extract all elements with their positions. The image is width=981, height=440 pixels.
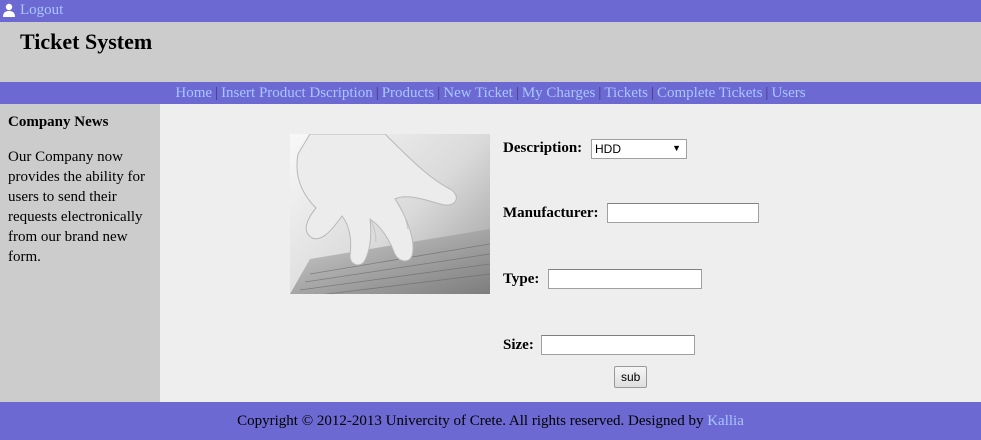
top-bar: Logout xyxy=(0,0,981,22)
nav-separator: | xyxy=(215,85,219,101)
nav-tickets[interactable]: Tickets xyxy=(604,85,648,101)
hand-keyboard-illustration xyxy=(290,134,490,294)
manufacturer-label: Manufacturer: xyxy=(503,205,599,221)
nav-new-ticket[interactable]: New Ticket xyxy=(443,85,513,101)
nav-separator: | xyxy=(765,85,769,101)
size-input[interactable] xyxy=(541,335,695,355)
description-label: Description: xyxy=(503,140,583,156)
footer-copyright: Copyright © 2012-2013 Univercity of Cret… xyxy=(237,413,708,429)
description-select[interactable]: HDD ▼ xyxy=(591,139,687,159)
header: Ticket System xyxy=(0,22,981,82)
logout-label: Logout xyxy=(20,2,64,18)
user-icon xyxy=(3,3,15,17)
nav-separator: | xyxy=(515,85,519,101)
nav-insert-product-description[interactable]: Insert Product Dscription xyxy=(221,85,373,101)
nav-products[interactable]: Products xyxy=(382,85,435,101)
submit-button[interactable]: sub xyxy=(614,366,648,388)
sidebar: Company News Our Company now provides th… xyxy=(0,104,160,402)
nav-separator: | xyxy=(598,85,602,101)
hand-keyboard-image xyxy=(290,134,490,294)
nav-separator: | xyxy=(437,85,441,101)
description-selected-value: HDD xyxy=(595,142,621,156)
nav-separator: | xyxy=(650,85,654,101)
site-title: Ticket System xyxy=(20,29,153,54)
nav-my-charges[interactable]: My Charges xyxy=(522,85,595,101)
footer-designer-link[interactable]: Kallia xyxy=(707,413,744,429)
footer: Copyright © 2012-2013 Univercity of Cret… xyxy=(0,402,981,440)
news-title: Company News xyxy=(8,114,109,130)
nav-separator: | xyxy=(375,85,379,101)
nav-complete-tickets[interactable]: Complete Tickets xyxy=(657,85,762,101)
dropdown-arrow-icon: ▼ xyxy=(672,143,681,153)
main-content: Description: HDD ▼ Manufacturer: Type: S… xyxy=(160,104,981,402)
type-label: Type: xyxy=(503,271,540,287)
nav-home[interactable]: Home xyxy=(175,85,212,101)
manufacturer-input[interactable] xyxy=(607,203,759,223)
logout-link[interactable]: Logout xyxy=(2,2,63,19)
nav-users[interactable]: Users xyxy=(771,85,805,101)
size-label: Size: xyxy=(503,337,534,353)
type-input[interactable] xyxy=(548,269,702,289)
nav-bar: Home | Insert Product Dscription | Products |… xyxy=(0,82,981,104)
news-text: Our Company now provides the ability for… xyxy=(8,149,146,265)
